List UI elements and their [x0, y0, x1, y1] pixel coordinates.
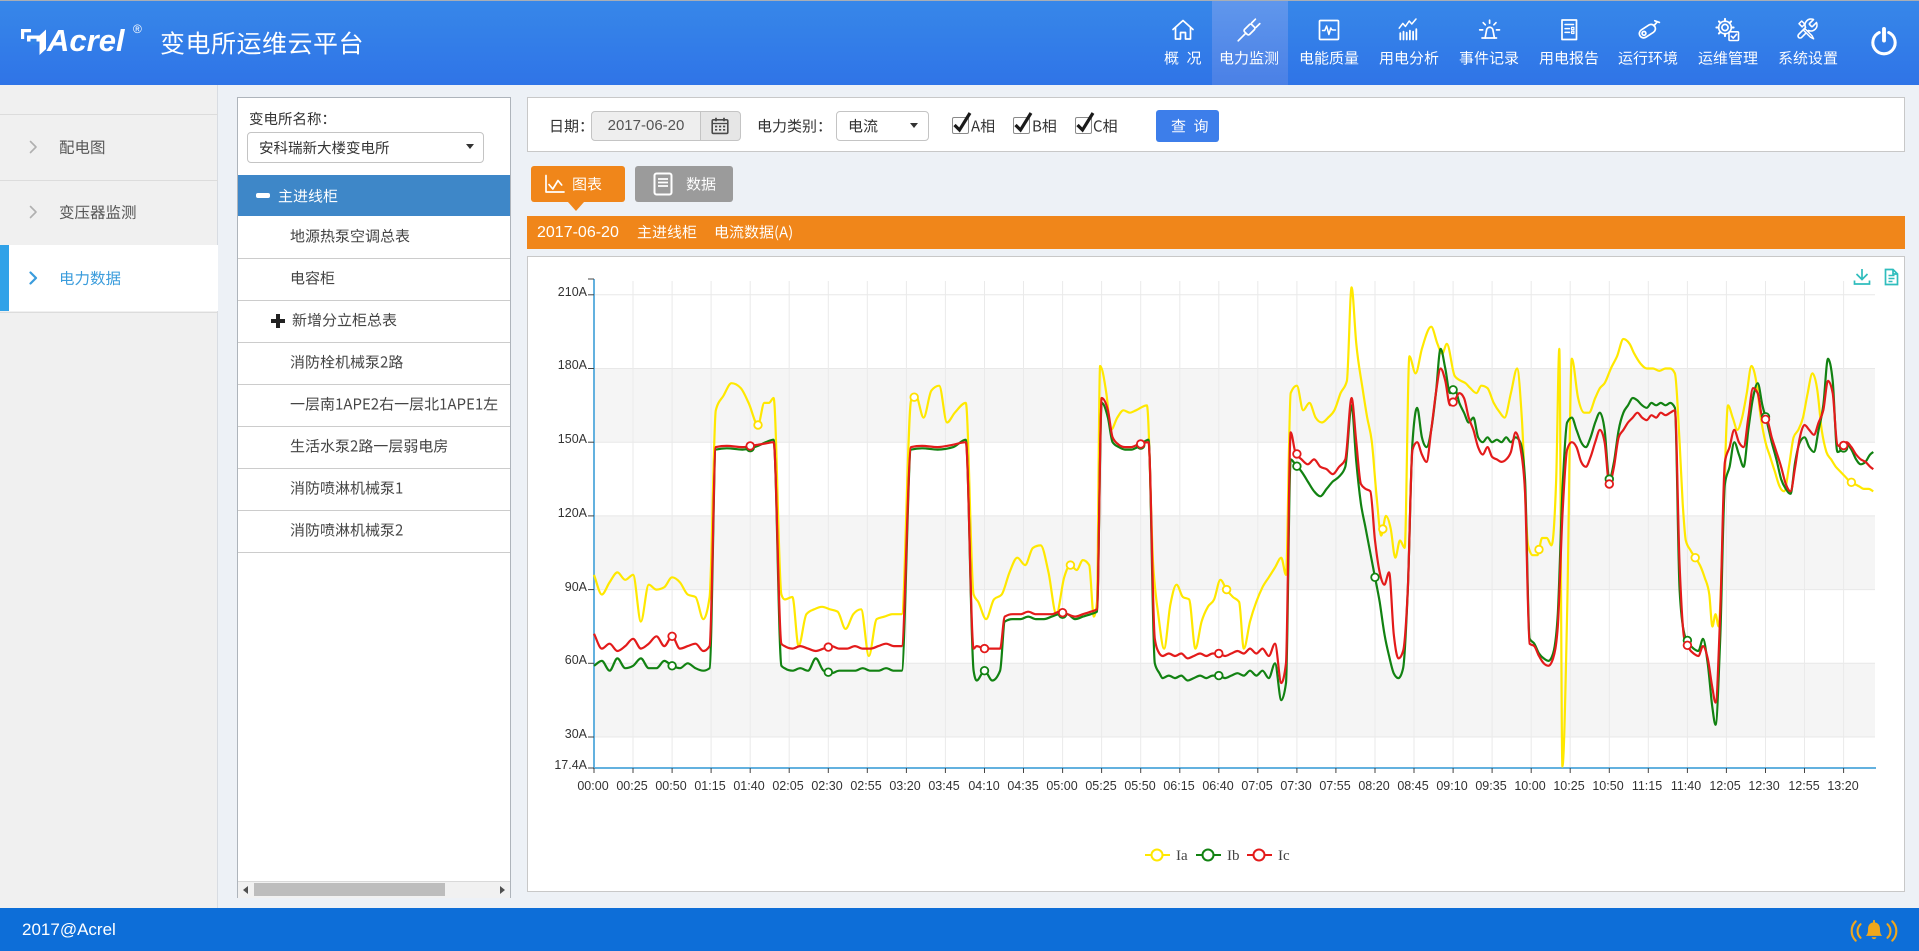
svg-text:Ia: Ia	[1176, 848, 1188, 864]
svg-text:Ic: Ic	[1278, 848, 1290, 864]
svg-text:Ib: Ib	[1227, 848, 1240, 864]
